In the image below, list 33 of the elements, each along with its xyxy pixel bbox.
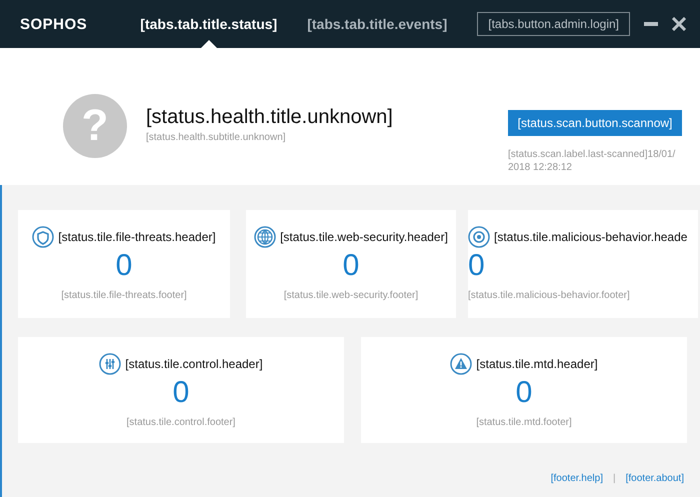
tile-count: 0 <box>116 250 132 282</box>
separator: | <box>613 472 616 484</box>
tile-header: [status.tile.mtd.header] <box>476 357 598 371</box>
footer-link[interactable]: [footer.about] <box>626 472 684 484</box>
tile-count: 0 <box>516 377 532 409</box>
last-scanned-label: [status.scan.label.last-scanned]18/01/2018 12:28:12 <box>508 148 676 174</box>
tile-count: 0 <box>172 377 190 409</box>
tile-header: [status.tile.malicious-behavior.heade <box>494 230 688 244</box>
warning-icon <box>450 353 472 375</box>
sliders-icon <box>99 353 122 375</box>
tile-footer: [status.tile.web-security.footer] <box>284 290 418 301</box>
tile-footer: [status.tile.malicious-behavior.footer] <box>468 290 630 301</box>
close-icon[interactable] <box>672 17 686 31</box>
sophos-logo: SOPHOS <box>20 16 88 32</box>
unknown-status-icon: ? <box>63 94 127 158</box>
globe-icon <box>254 226 276 248</box>
tile-count: 0 <box>468 250 485 282</box>
tab[interactable]: [tabs.tab.title.events] <box>307 0 448 48</box>
tile-header: [status.tile.web-security.header] <box>280 230 448 244</box>
tile-count: 0 <box>342 250 360 282</box>
tile-header: [status.tile.file-threats.header] <box>58 230 216 244</box>
tile-header: [status.tile.control.header] <box>125 357 263 371</box>
scan-now-button[interactable]: [status.scan.button.scannow] <box>508 110 682 136</box>
health-title: [status.health.title.unknown] <box>146 106 394 129</box>
tile-footer: [status.tile.file-threats.footer] <box>61 290 187 301</box>
tile-footer: [status.tile.control.footer] <box>126 417 236 428</box>
tab[interactable]: [tabs.tab.title.status] <box>140 0 278 48</box>
footer-link[interactable]: [footer.help] <box>550 472 603 484</box>
shield-icon <box>32 226 54 248</box>
tile-footer: [status.tile.mtd.footer] <box>476 417 572 428</box>
target-icon <box>468 226 490 248</box>
admin-login-button[interactable]: [tabs.button.admin.login] <box>477 12 630 36</box>
health-subtitle: [status.health.subtitle.unknown] <box>146 132 287 143</box>
